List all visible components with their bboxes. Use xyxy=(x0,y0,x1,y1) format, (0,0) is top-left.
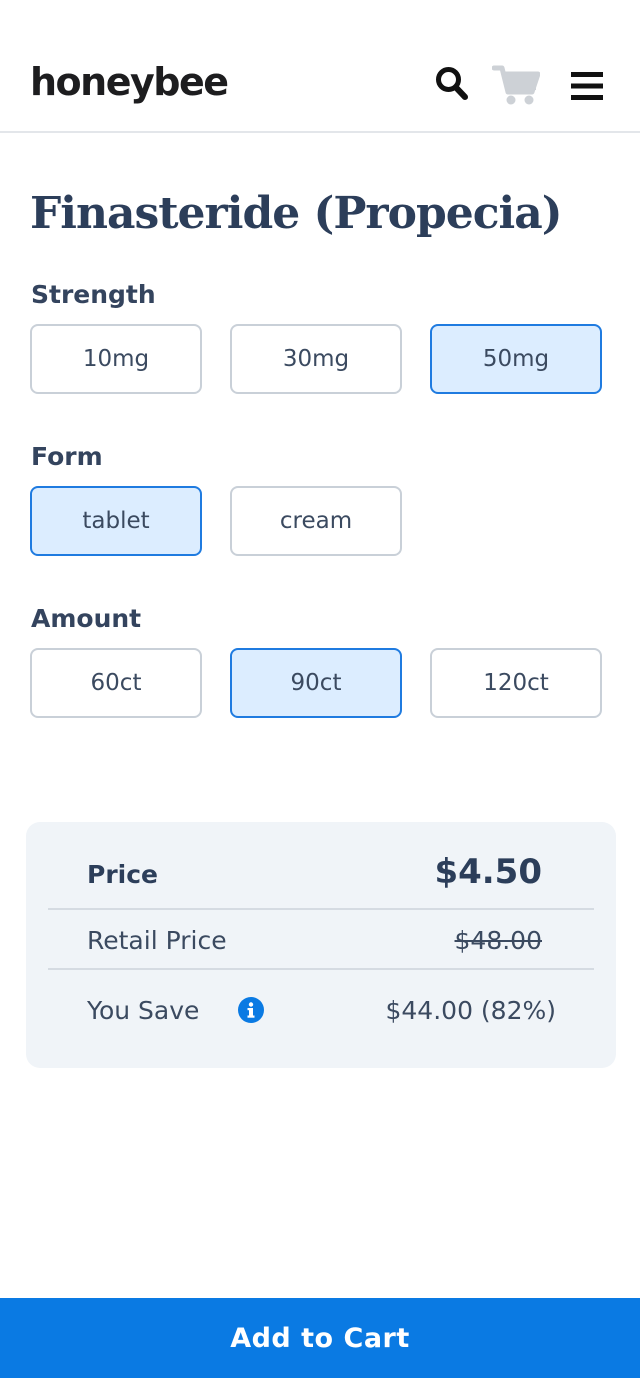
strength-label: Strength xyxy=(31,280,156,309)
strength-option-30mg[interactable]: 30mg xyxy=(230,324,402,394)
price-summary-card: Price $4.50 Retail Price $48.00 You Save… xyxy=(26,822,616,1068)
amount-label: Amount xyxy=(31,604,142,633)
amount-option-60ct[interactable]: 60ct xyxy=(30,648,202,718)
strength-option-10mg[interactable]: 10mg xyxy=(30,324,202,394)
amount-option-90ct[interactable]: 90ct xyxy=(230,648,402,718)
form-option-tablet[interactable]: tablet xyxy=(30,486,202,556)
site-header: honeybee xyxy=(0,0,640,133)
you-save-value: $44.00 (82%) xyxy=(385,996,557,1025)
hamburger-menu-icon xyxy=(571,72,603,100)
you-save-label: You Save xyxy=(87,996,200,1025)
search-button[interactable] xyxy=(432,62,472,106)
add-to-cart-button[interactable]: Add to Cart xyxy=(0,1298,640,1378)
info-icon[interactable] xyxy=(237,996,265,1024)
form-option-cream[interactable]: cream xyxy=(230,486,402,556)
price-value: $4.50 xyxy=(434,852,542,892)
divider xyxy=(48,968,594,970)
divider xyxy=(48,908,594,910)
form-label: Form xyxy=(31,442,103,471)
brand-logo[interactable]: honeybee xyxy=(30,60,229,104)
cart-button[interactable] xyxy=(490,62,542,108)
amount-option-120ct[interactable]: 120ct xyxy=(430,648,602,718)
menu-button[interactable] xyxy=(568,62,606,110)
search-icon xyxy=(436,67,468,100)
price-label: Price xyxy=(87,860,158,889)
retail-price-label: Retail Price xyxy=(87,926,227,955)
product-title: Finasteride (Propecia) xyxy=(30,188,563,239)
cart-icon xyxy=(492,65,540,105)
strength-option-50mg[interactable]: 50mg xyxy=(430,324,602,394)
retail-price-value: $48.00 xyxy=(454,926,542,955)
